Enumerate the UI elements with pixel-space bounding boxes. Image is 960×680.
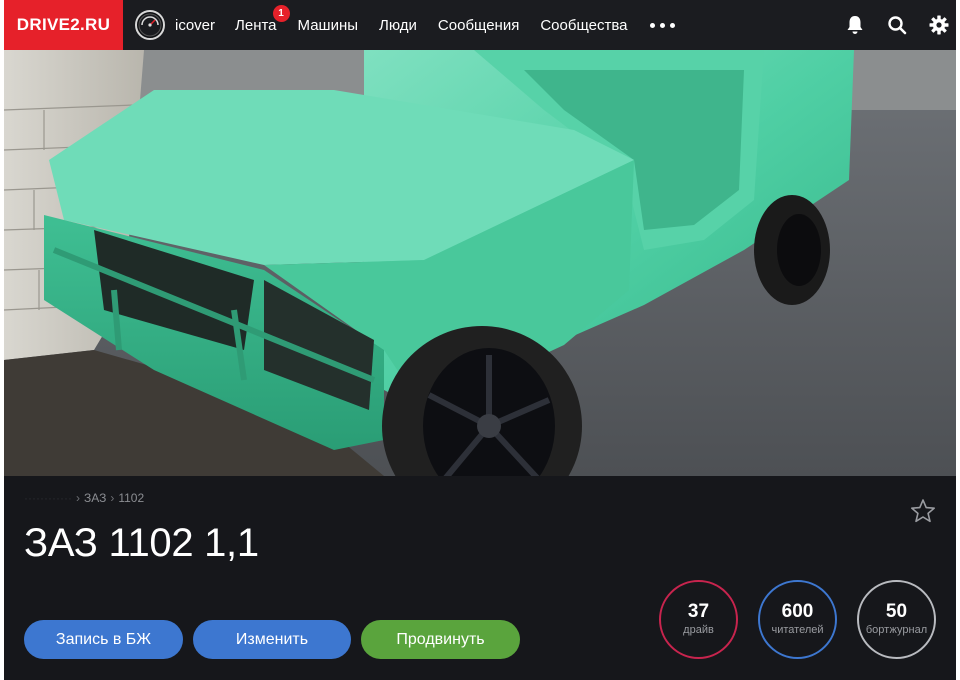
bell-icon[interactable] [844, 14, 866, 36]
stat-readers[interactable]: 600 читателей [758, 580, 837, 659]
stat-value: 600 [781, 601, 814, 622]
nav-item-label: Лента [235, 16, 277, 34]
nav-item-label: Сообщения [437, 16, 520, 34]
breadcrumb: ············ › ЗАЗ › 1102 [24, 491, 144, 505]
add-logbook-entry-button[interactable]: Запись в БЖ [24, 620, 183, 659]
user-profile-link[interactable]: icover [135, 10, 215, 40]
breadcrumb-separator: › [75, 491, 80, 505]
nav-item-people[interactable]: Люди [379, 17, 417, 34]
top-navigation-bar: DRIVE2.RU icover Лента 1 Машины Люди Соо… [4, 0, 956, 50]
page-title: ЗАЗ 1102 1,1 [24, 521, 259, 565]
stat-label: читателей [771, 624, 824, 636]
stat-value: 37 [687, 601, 710, 622]
nav-item-feed[interactable]: Лента 1 [235, 4, 290, 34]
dot [660, 22, 666, 28]
stat-label: бортжурнал [865, 624, 928, 636]
search-icon[interactable] [886, 14, 908, 36]
nav-item-cars[interactable]: Машины [298, 17, 358, 34]
nav-item-label: Машины [297, 16, 359, 34]
breadcrumb-brand[interactable]: ЗАЗ [84, 491, 106, 505]
nav-item-communities[interactable]: Сообщества [540, 17, 627, 34]
more-dots-icon[interactable] [650, 19, 676, 32]
breadcrumb-separator: › [110, 491, 115, 505]
username: icover [175, 16, 216, 34]
main-nav: Лента 1 Машины Люди Сообщения Сообщества [235, 4, 676, 34]
nav-item-label: Люди [379, 16, 417, 34]
avatar [135, 10, 165, 40]
stat-value: 50 [885, 601, 908, 622]
dot [670, 22, 676, 28]
site-logo[interactable]: DRIVE2.RU [4, 0, 123, 50]
edit-button[interactable]: Изменить [193, 620, 351, 659]
top-right-icons [844, 0, 950, 50]
nav-item-label: Сообщества [540, 16, 628, 34]
nav-item-messages[interactable]: Сообщения [438, 17, 519, 34]
car-info-panel: ············ › ЗАЗ › 1102 ЗАЗ 1102 1,1 З… [4, 476, 956, 680]
breadcrumb-faded-prefix: ············ [24, 491, 72, 505]
dot [650, 22, 656, 28]
stat-label: драйв [683, 624, 714, 636]
gear-icon[interactable] [928, 14, 950, 36]
car-photo-illustration [4, 50, 956, 476]
stat-drive[interactable]: 37 драйв [659, 580, 738, 659]
promote-button[interactable]: Продвинуть [361, 620, 520, 659]
breadcrumb-model[interactable]: 1102 [118, 491, 144, 505]
favorite-star-icon[interactable] [910, 498, 936, 524]
stat-logbook[interactable]: 50 бортжурнал [857, 580, 936, 659]
car-cover-photo[interactable] [4, 50, 956, 476]
notification-badge: 1 [272, 4, 290, 22]
